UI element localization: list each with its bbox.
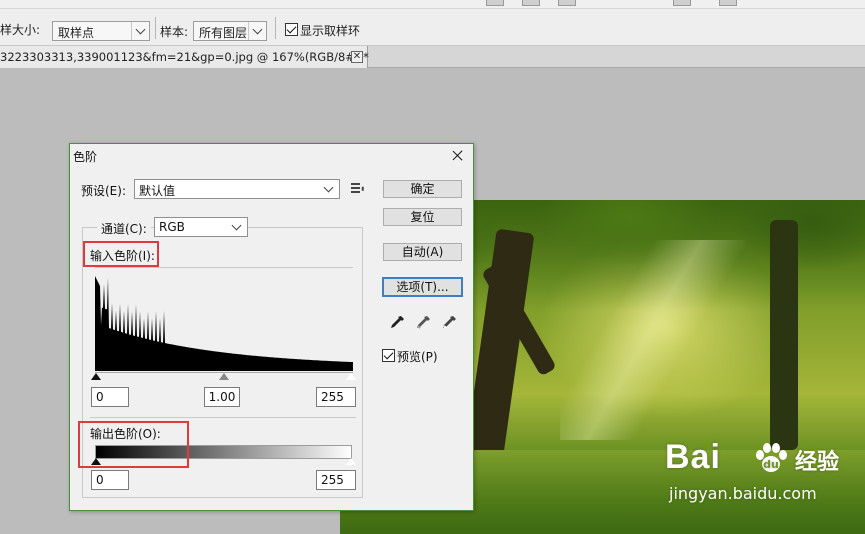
input-black-value: 0 <box>96 390 104 404</box>
black-eyedropper-icon[interactable] <box>388 314 406 332</box>
chevron-down-icon <box>248 22 266 40</box>
sample-size-value: 取样点 <box>58 26 95 40</box>
preset-label: 预设(E): <box>81 184 126 198</box>
sample-size-select[interactable]: 取样点 <box>52 21 150 41</box>
output-white-slider[interactable] <box>345 457 357 466</box>
watermark-suffix: 经验 <box>795 450 840 475</box>
levels-dialog: 色阶 预设(E): 默认值 确定 复位 自动(A) 选项(T)... 预览(P)… <box>69 143 474 511</box>
sun-rays <box>560 240 760 440</box>
preset-menu-icon[interactable] <box>351 183 365 195</box>
input-black-field[interactable]: 0 <box>91 387 129 407</box>
watermark-url: jingyan.baidu.com <box>669 484 817 503</box>
document-tab[interactable]: 3223303313,339001123&fm=21&gp=0.jpg @ 16… <box>0 46 369 68</box>
output-black-field[interactable]: 0 <box>91 470 129 490</box>
section-divider <box>90 417 356 418</box>
output-black-slider[interactable] <box>91 458 101 465</box>
preset-select[interactable]: 默认值 <box>134 179 340 199</box>
input-gamma-slider[interactable] <box>219 373 229 380</box>
auto-button[interactable]: 自动(A) <box>383 243 462 261</box>
channel-row: 通道(C): <box>97 219 151 237</box>
input-white-field[interactable]: 255 <box>316 387 356 407</box>
preview-label: 预览(P) <box>397 350 438 364</box>
input-black-slider[interactable] <box>91 373 101 380</box>
chevron-down-icon <box>321 181 337 197</box>
chevron-down-icon <box>229 219 245 235</box>
show-ring-label: 显示取样环 <box>300 24 361 38</box>
document-tab-bar: 3223303313,339001123&fm=21&gp=0.jpg @ 16… <box>0 46 865 68</box>
input-gamma-field[interactable]: 1.00 <box>204 387 240 407</box>
baidu-paw-icon: du <box>756 443 787 472</box>
options-bar: 样大小: 取样点 样本: 所有图层 显示取样环 <box>0 8 865 46</box>
white-eyedropper-icon[interactable] <box>440 314 458 332</box>
channel-select[interactable]: RGB <box>154 217 248 237</box>
workspace-icon[interactable] <box>486 0 504 6</box>
sample-label: 样本: <box>160 25 189 39</box>
svg-text:du: du <box>763 458 779 471</box>
tree-trunk <box>770 220 798 450</box>
document-tab-title: 3223303313,339001123&fm=21&gp=0.jpg @ 16… <box>0 50 369 64</box>
channel-label: 通道(C): <box>101 222 147 236</box>
close-icon[interactable]: ✕ <box>351 51 363 63</box>
watermark-brand: Bai <box>665 438 721 476</box>
chevron-down-icon <box>131 22 149 40</box>
input-gamma-value: 1.00 <box>208 390 236 404</box>
histogram-shape <box>95 276 353 371</box>
output-white-field[interactable]: 255 <box>316 470 356 490</box>
input-levels-highlight <box>83 241 159 267</box>
input-white-value: 255 <box>321 390 344 404</box>
preset-value: 默认值 <box>139 184 176 198</box>
channel-value: RGB <box>159 220 185 234</box>
workspace-icon[interactable] <box>522 0 540 6</box>
workspace-icon[interactable] <box>719 0 737 6</box>
ok-button[interactable]: 确定 <box>383 180 462 198</box>
close-icon[interactable] <box>448 147 468 165</box>
output-white-value: 255 <box>321 473 344 487</box>
output-black-value: 0 <box>96 473 104 487</box>
sample-size-label: 样大小: <box>0 23 41 37</box>
gray-eyedropper-icon[interactable] <box>414 314 432 332</box>
options-button[interactable]: 选项(T)... <box>382 277 463 297</box>
sample-value: 所有图层 <box>199 26 248 40</box>
preview-checkbox[interactable] <box>382 349 395 362</box>
menu-bar <box>0 0 865 8</box>
workspace-icon[interactable] <box>673 0 691 6</box>
histogram <box>95 276 353 371</box>
dialog-title: 色阶 <box>73 150 98 164</box>
workspace-icon[interactable] <box>558 0 576 6</box>
input-white-slider[interactable] <box>345 372 357 381</box>
reset-button[interactable]: 复位 <box>383 208 462 226</box>
show-ring-checkbox[interactable] <box>285 23 298 36</box>
sample-select[interactable]: 所有图层 <box>193 21 267 41</box>
